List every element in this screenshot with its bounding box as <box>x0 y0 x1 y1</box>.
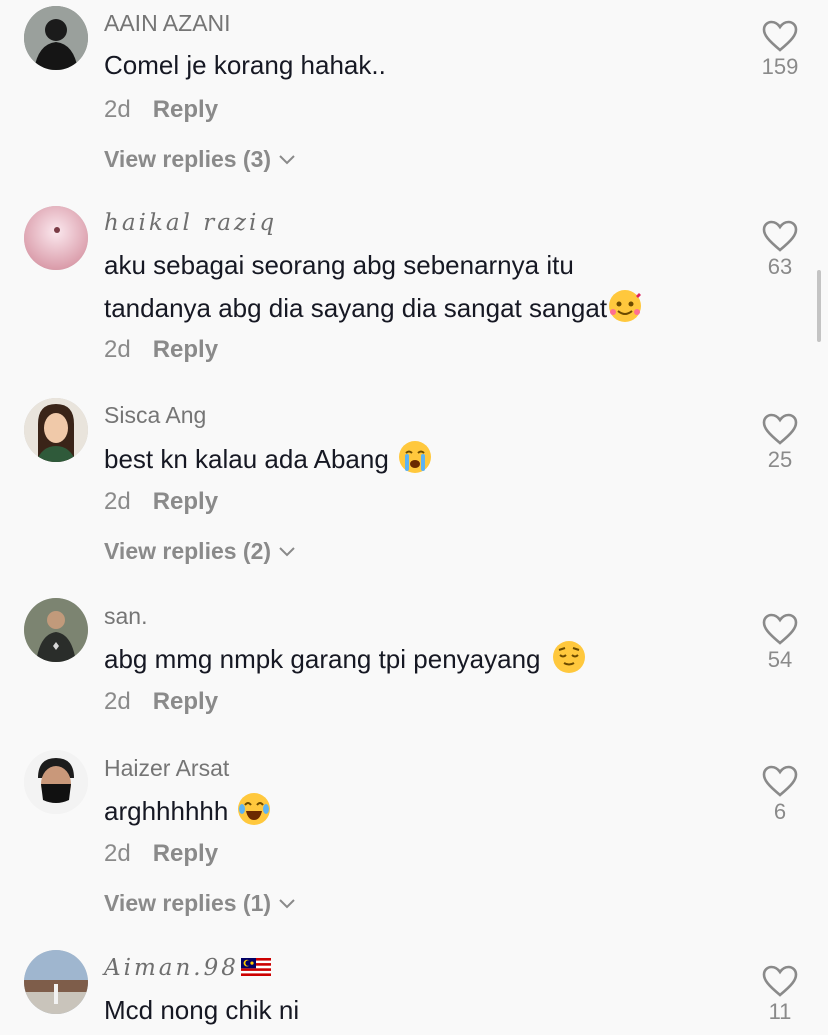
avatar[interactable] <box>24 950 88 1014</box>
reply-button[interactable]: Reply <box>153 336 218 363</box>
comment-username: Aiman.98 <box>104 955 239 981</box>
avatar[interactable] <box>24 398 88 462</box>
comment-text-line: best kn kalau ada Abang <box>104 438 431 480</box>
avatar-image <box>24 598 88 662</box>
avatar[interactable] <box>24 6 88 70</box>
comment-text: aku sebagai seorang abg sebenarnya itu <box>104 250 574 280</box>
smiling-face-with-hearts-icon <box>609 290 642 322</box>
like-count: 159 <box>761 54 799 79</box>
comment-age: 2d <box>104 96 131 123</box>
comment-text-line: tandanya abg dia sayang dia sangat sanga… <box>104 287 642 329</box>
comment-username-line[interactable]: Aiman.98 <box>104 955 271 981</box>
comment-username[interactable]: Haizer Arsat <box>104 755 229 782</box>
comment-meta: 2d Reply <box>104 336 218 364</box>
scrollbar[interactable] <box>817 270 821 342</box>
chevron-down-icon <box>279 546 295 556</box>
comment-text: best kn kalau ada Abang <box>104 444 389 474</box>
comment-username[interactable]: Sisca Ang <box>104 402 206 429</box>
view-replies-button[interactable]: View replies (1) <box>104 890 297 917</box>
view-replies-button[interactable]: View replies (3) <box>104 146 297 173</box>
emoji-face <box>610 293 642 315</box>
emoji-face <box>404 450 425 471</box>
comment-text: abg mmg nmpk garang tpi penyayang <box>104 644 541 674</box>
comment-text: Comel je korang hahak.. <box>104 50 386 80</box>
like-button[interactable]: 6 <box>740 765 820 825</box>
reply-button[interactable]: Reply <box>153 688 218 715</box>
heart-icon <box>762 613 798 645</box>
view-replies-label: View replies (2) <box>104 538 272 564</box>
heart-icon <box>762 220 798 252</box>
comment-meta: 2d Reply <box>104 96 218 124</box>
avatar-image <box>24 398 88 462</box>
comment-text-line: arghhhhhh <box>104 790 271 832</box>
reply-button[interactable]: Reply <box>153 96 218 123</box>
emoji-face <box>558 647 579 666</box>
comment-text-line: abg mmg nmpk garang tpi penyayang <box>104 638 585 680</box>
like-button[interactable]: 159 <box>740 20 820 80</box>
relieved-face-icon <box>552 641 585 673</box>
avatar-image <box>24 6 88 70</box>
avatar[interactable] <box>24 206 88 270</box>
like-count: 6 <box>773 799 787 824</box>
reply-button[interactable]: Reply <box>153 488 218 515</box>
comment-text: Mcd nong chik ni <box>104 995 300 1025</box>
comment-username[interactable]: san. <box>104 603 147 630</box>
like-button[interactable]: 11 <box>740 965 820 1025</box>
chevron-down-icon <box>279 898 295 908</box>
comment-username[interactable]: haikal raziq <box>104 210 277 236</box>
comment-meta: 2d Reply <box>104 840 218 868</box>
heart-icon <box>762 20 798 52</box>
malaysia-flag-icon <box>240 958 271 976</box>
comment-username[interactable]: AAIN AZANI <box>104 10 231 37</box>
comment-text-continued: tandanya abg dia sayang dia sangat sanga… <box>104 293 608 323</box>
comment-age: 2d <box>104 840 131 867</box>
reply-button[interactable]: Reply <box>153 840 218 867</box>
face-with-tears-of-joy-icon <box>238 793 271 825</box>
like-count: 11 <box>768 999 792 1024</box>
avatar-image <box>24 750 88 814</box>
comment-meta: 2d Reply <box>104 688 218 716</box>
like-button[interactable]: 63 <box>740 220 820 280</box>
avatar-image <box>24 206 88 270</box>
view-replies-button[interactable]: View replies (2) <box>104 538 297 565</box>
heart-icon <box>762 965 798 997</box>
avatar[interactable] <box>24 750 88 814</box>
like-button[interactable]: 25 <box>740 413 820 473</box>
view-replies-label: View replies (1) <box>104 890 272 916</box>
heart-icon <box>762 765 798 797</box>
view-replies-label: View replies (3) <box>104 146 272 172</box>
comment-age: 2d <box>104 488 131 515</box>
avatar-image <box>24 950 88 1014</box>
like-count: 63 <box>767 254 793 279</box>
emoji-face <box>239 802 270 820</box>
loudly-crying-face-icon <box>398 441 431 473</box>
like-button[interactable]: 54 <box>740 613 820 673</box>
comment-age: 2d <box>104 336 131 363</box>
comment-meta: 2d Reply <box>104 488 218 516</box>
like-count: 54 <box>767 647 793 672</box>
chevron-down-icon <box>279 154 295 164</box>
comment-text: arghhhhhh <box>104 796 229 826</box>
comment-age: 2d <box>104 688 131 715</box>
heart-icon <box>762 413 798 445</box>
avatar[interactable] <box>24 598 88 662</box>
like-count: 25 <box>767 447 793 472</box>
